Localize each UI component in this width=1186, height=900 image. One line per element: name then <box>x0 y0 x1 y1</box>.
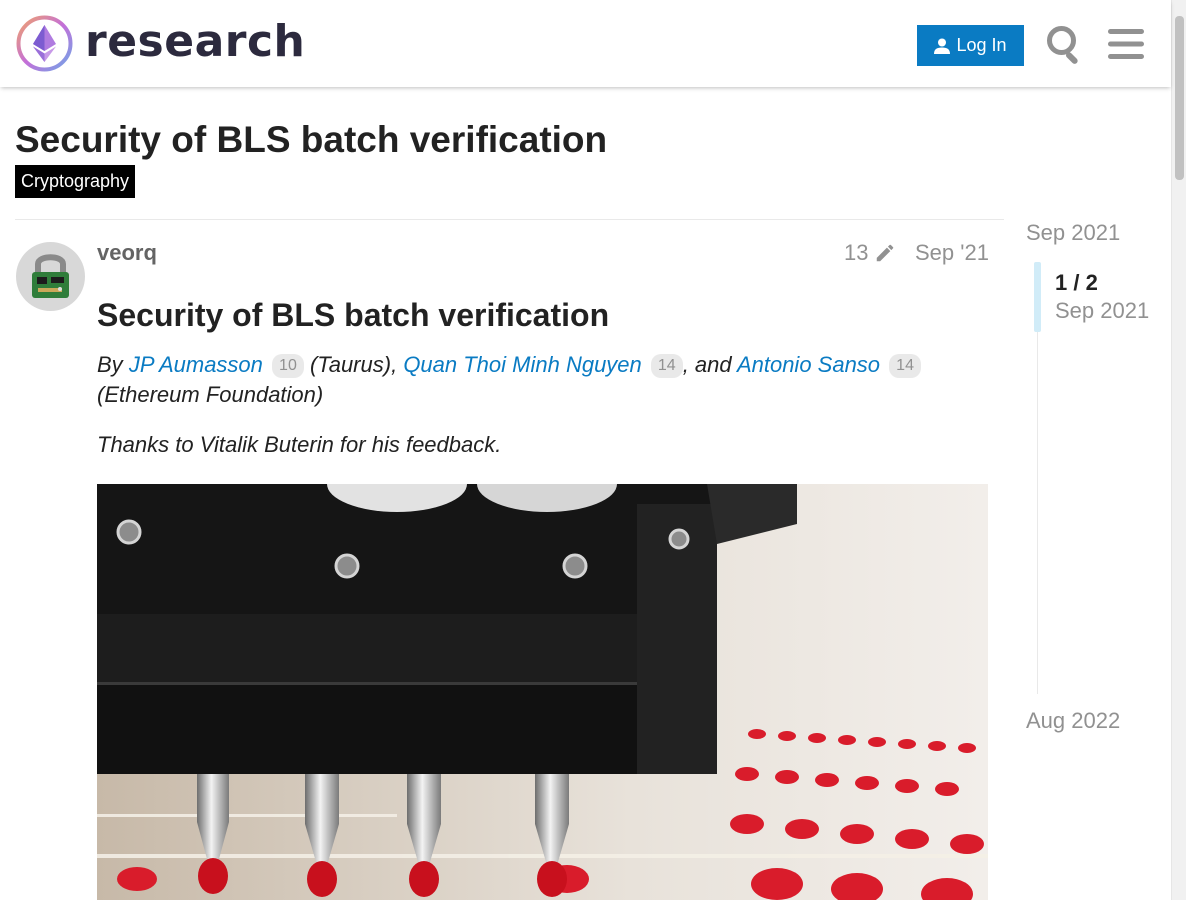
timeline-start-date[interactable]: Sep 2021 <box>1026 220 1120 246</box>
candy-machine-photo <box>97 484 988 900</box>
timeline-end-date[interactable]: Aug 2022 <box>1026 708 1120 734</box>
topic-title[interactable]: Security of BLS batch verification <box>15 119 607 161</box>
search-icon <box>1047 26 1078 64</box>
scrollbar-thumb[interactable] <box>1175 16 1184 180</box>
user-icon <box>934 38 951 54</box>
post-image[interactable] <box>97 484 988 900</box>
avatar-image <box>16 242 85 311</box>
edit-history-button[interactable]: 13 <box>844 240 896 266</box>
menu-button[interactable] <box>1104 22 1148 66</box>
byline-separator: , and <box>682 352 732 377</box>
pencil-icon <box>877 244 894 262</box>
ethereum-logo-icon <box>16 15 73 72</box>
timeline-position: 1 / 2 <box>1055 270 1098 295</box>
search-button[interactable] <box>1043 22 1087 66</box>
divider <box>15 219 1004 220</box>
timeline-position-date: Sep 2021 <box>1055 298 1150 323</box>
acknowledgement-text: Thanks to Vitalik Buterin for his feedba… <box>97 432 502 457</box>
post-author[interactable]: veorq <box>97 240 157 266</box>
post-date[interactable]: Sep '21 <box>915 240 989 266</box>
hamburger-menu-icon <box>1108 29 1144 59</box>
edit-count: 13 <box>844 240 869 265</box>
author-link-quan-nguyen[interactable]: Quan Thoi Minh Nguyen <box>403 352 641 377</box>
byline-prefix: By <box>97 352 123 377</box>
site-name: research <box>85 15 306 67</box>
link-click-count: 10 <box>272 354 304 378</box>
author-link-jp-aumasson[interactable]: JP Aumasson <box>129 352 263 377</box>
byline-affiliation: (Taurus), <box>309 352 398 377</box>
timeline-scroll-handle[interactable] <box>1034 262 1041 332</box>
category-badge[interactable]: Cryptography <box>15 165 136 198</box>
page-scrollbar[interactable] <box>1171 0 1186 900</box>
login-label: Log In <box>956 35 1007 55</box>
site-logo[interactable]: research <box>16 15 305 72</box>
link-click-count: 14 <box>889 354 921 378</box>
login-button[interactable]: Log In <box>917 25 1024 66</box>
author-link-antonio-sanso[interactable]: Antonio Sanso <box>737 352 880 377</box>
site-header: research Log In <box>0 0 1171 87</box>
link-click-count: 14 <box>650 354 683 378</box>
post-heading: Security of BLS batch verification <box>97 297 610 333</box>
avatar[interactable] <box>16 242 85 311</box>
byline-affiliation: (Ethereum Foundation) <box>97 382 324 407</box>
post-byline: By JP Aumasson 10 (Taurus), Quan Thoi Mi… <box>97 350 977 410</box>
